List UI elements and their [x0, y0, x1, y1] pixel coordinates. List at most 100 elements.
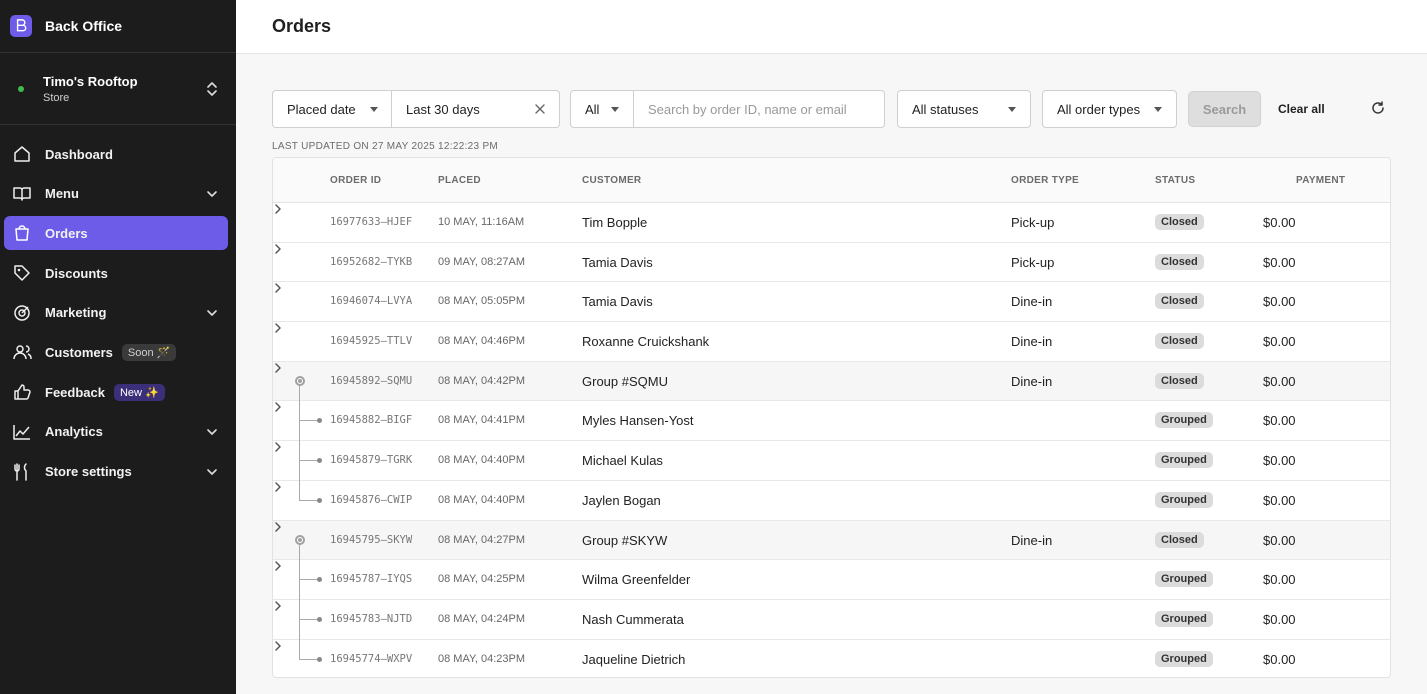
- customer-name: Roxanne Cruickshank: [582, 334, 710, 350]
- order-id: 16945879–TGRK: [330, 454, 413, 467]
- clear-all-button[interactable]: Clear all: [1278, 102, 1325, 116]
- chevron-right-icon[interactable]: [273, 322, 283, 334]
- status-badge: Closed: [1155, 372, 1204, 389]
- placed-date: 08 MAY, 04:24PM: [438, 612, 526, 625]
- sidebar-item-store-settings[interactable]: Store settings: [4, 455, 228, 489]
- order-id: 16945774–WXPV: [330, 652, 413, 665]
- customer-name: Michael Kulas: [582, 453, 663, 469]
- order-id: 16945925–TTLV: [330, 335, 413, 348]
- sidebar-item-label: Marketing: [45, 305, 107, 321]
- date-type-value: Placed date: [287, 101, 356, 117]
- header-customer[interactable]: CUSTOMER: [582, 175, 641, 186]
- payment-amount: $0.00: [1263, 215, 1296, 230]
- store-switcher[interactable]: Timo's Rooftop Store: [0, 53, 236, 125]
- sidebar-item-marketing[interactable]: Marketing: [4, 296, 228, 330]
- sidebar-nav: Dashboard Menu Orders Discounts Marketing Cus…: [0, 125, 236, 489]
- table-row[interactable]: 16945925–TTLV 08 MAY, 04:46PM Roxanne Crui…: [273, 322, 1390, 362]
- header-order-id[interactable]: ORDER ID: [330, 175, 381, 186]
- thumbs-up-icon: [12, 382, 32, 402]
- chevron-right-icon[interactable]: [273, 441, 283, 453]
- customer-name: Nash Cummerata: [582, 611, 684, 627]
- header-status[interactable]: STATUS: [1155, 175, 1195, 186]
- table-row[interactable]: 16945783–NJTD 08 MAY, 04:24PM Nash Cummera…: [273, 599, 1390, 640]
- payment-amount: $0.00: [1263, 492, 1296, 508]
- customer-name: Tim Bopple: [582, 215, 648, 230]
- store-type: Store: [43, 91, 70, 104]
- date-type-select[interactable]: Placed date: [272, 90, 392, 128]
- search-field-select[interactable]: All: [570, 90, 634, 128]
- tree-connector: [299, 599, 300, 640]
- chevron-right-icon[interactable]: [273, 362, 283, 374]
- table-body: 16977633–HJEF 10 MAY, 11:16AM Tim Bopple Pi…: [273, 203, 1390, 677]
- chevron-right-icon[interactable]: [273, 401, 283, 413]
- sidebar-item-discounts[interactable]: Discounts: [4, 256, 228, 290]
- placed-date: 08 MAY, 04:42PM: [438, 374, 526, 387]
- tools-icon: [12, 462, 32, 482]
- order-search-input[interactable]: [634, 90, 885, 128]
- chevron-down-icon: [207, 429, 217, 435]
- order-type-select[interactable]: All order types: [1042, 90, 1177, 128]
- order-type: Pick-up: [1011, 215, 1055, 230]
- chevron-right-icon[interactable]: [273, 600, 283, 612]
- sidebar-item-feedback[interactable]: Feedback New ✨: [4, 375, 228, 409]
- table-row[interactable]: 16945882–BIGF 08 MAY, 04:41PM Myles Hansen…: [273, 401, 1390, 442]
- order-id: 16945876–CWIP: [330, 493, 413, 506]
- table-row[interactable]: 16977633–HJEF 10 MAY, 11:16AM Tim Bopple Pi…: [273, 203, 1390, 243]
- last-updated-text: LAST UPDATED ON 27 MAY 2025 12:22:23 PM: [272, 141, 499, 152]
- chevron-right-icon[interactable]: [273, 481, 283, 493]
- chevron-right-icon[interactable]: [273, 640, 283, 652]
- tree-branch: [299, 420, 319, 422]
- placed-date: 08 MAY, 04:41PM: [438, 414, 526, 427]
- order-type: Dine-in: [1011, 532, 1053, 548]
- store-online-dot-icon: [18, 85, 24, 92]
- table-row[interactable]: 16946074–LVYA 08 MAY, 05:05PM Tamia Davis D…: [273, 282, 1390, 323]
- tree-branch: [299, 579, 319, 581]
- close-icon[interactable]: [533, 102, 547, 116]
- table-row[interactable]: 16945879–TGRK 08 MAY, 04:40PM Michael Kula…: [273, 441, 1390, 482]
- header-payment[interactable]: PAYMENT: [1296, 175, 1345, 186]
- table-row[interactable]: 16945787–IYQS 08 MAY, 04:25PM Wilma Greenf…: [273, 560, 1390, 601]
- child-node-icon: [317, 418, 322, 424]
- table-row[interactable]: 16945774–WXPV 08 MAY, 04:23PM Jaqueline Di…: [273, 639, 1390, 677]
- back-office-logo-icon: [10, 15, 32, 37]
- order-type-value: All order types: [1057, 101, 1141, 117]
- table-row[interactable]: 16945876–CWIP 08 MAY, 04:40PM Jaylen Bogan…: [273, 480, 1390, 521]
- status-badge: Closed: [1155, 333, 1204, 350]
- group-order-row[interactable]: 16945795–SKYW 08 MAY, 04:27PM Group #SKYW D…: [273, 520, 1390, 561]
- customer-name: Myles Hansen-Yost: [582, 413, 694, 429]
- child-node-icon: [317, 458, 322, 464]
- status-select[interactable]: All statuses: [897, 90, 1031, 128]
- brand-header[interactable]: Back Office: [0, 0, 236, 53]
- sidebar-item-customers[interactable]: Customers Soon 🪄: [4, 335, 228, 369]
- table-header: ORDER ID PLACED CUSTOMER ORDER TYPE STAT…: [273, 158, 1390, 203]
- placed-date: 08 MAY, 04:23PM: [438, 652, 526, 665]
- child-node-icon: [317, 616, 322, 622]
- chevron-right-icon[interactable]: [273, 243, 283, 255]
- search-field-value: All: [585, 101, 600, 117]
- sidebar-item-analytics[interactable]: Analytics: [4, 415, 228, 449]
- chevron-right-icon[interactable]: [273, 282, 283, 294]
- group-order-row[interactable]: 16945892–SQMU 08 MAY, 04:42PM Group #SQMU D…: [273, 361, 1390, 402]
- sidebar-item-orders[interactable]: Orders: [4, 216, 228, 251]
- sidebar-item-label: Feedback: [45, 384, 105, 400]
- order-id: 16945787–IYQS: [330, 573, 413, 586]
- date-range-select[interactable]: Last 30 days: [392, 90, 560, 128]
- header-placed[interactable]: PLACED: [438, 175, 481, 186]
- sidebar-item-label: Store settings: [45, 464, 132, 479]
- status-badge: Grouped: [1155, 452, 1213, 469]
- sidebar-item-menu[interactable]: Menu: [4, 177, 228, 211]
- placed-date: 08 MAY, 05:05PM: [438, 295, 526, 308]
- status-badge: Closed: [1155, 253, 1204, 270]
- order-type: Dine-in: [1011, 373, 1053, 389]
- header-order-type[interactable]: ORDER TYPE: [1011, 175, 1079, 186]
- chevron-right-icon[interactable]: [273, 521, 283, 533]
- search-button[interactable]: Search: [1188, 91, 1261, 127]
- refresh-icon[interactable]: [1370, 100, 1386, 116]
- tree-branch: [299, 499, 319, 501]
- payment-amount: $0.00: [1263, 413, 1296, 429]
- status-badge: Grouped: [1155, 610, 1213, 627]
- chevron-right-icon[interactable]: [273, 203, 283, 215]
- table-row[interactable]: 16952682–TYKB 09 MAY, 08:27AM Tamia Davis P…: [273, 243, 1390, 283]
- sidebar-item-dashboard[interactable]: Dashboard: [4, 137, 228, 171]
- chevron-right-icon[interactable]: [273, 560, 283, 572]
